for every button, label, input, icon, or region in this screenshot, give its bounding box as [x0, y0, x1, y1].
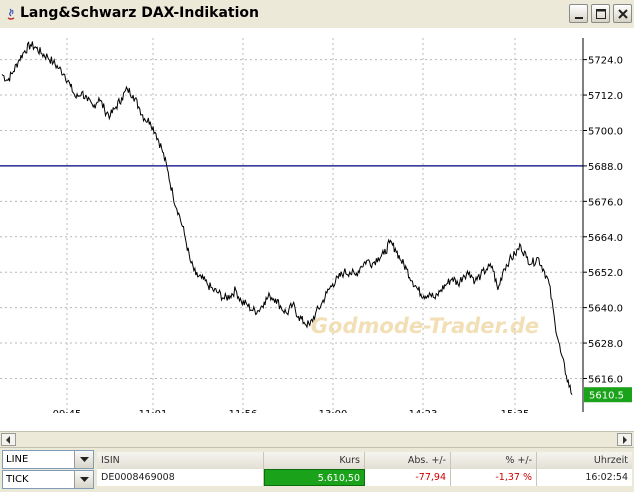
scroll-right-button[interactable] [617, 433, 632, 446]
chart-type-value: LINE [6, 454, 29, 465]
current-value-badge: 5610.5 [584, 387, 632, 403]
java-app-icon [7, 8, 15, 20]
y-tick-label: 5700.0 [588, 126, 623, 137]
chevron-down-icon [80, 477, 89, 482]
header-time[interactable]: Uhrzeit [537, 452, 632, 469]
x-tick-label: 11:56 [229, 409, 258, 413]
chart-type-dropdown-button[interactable] [74, 451, 93, 468]
chevron-down-icon [80, 457, 89, 462]
arrow-right-icon [623, 436, 627, 444]
header-pct-change[interactable]: % +/- [451, 452, 537, 469]
y-tick-label: 5712.0 [588, 91, 623, 102]
header-isin[interactable]: ISIN [97, 452, 264, 469]
header-abs-change[interactable]: Abs. +/- [365, 452, 451, 469]
table-header: ISIN Kurs Abs. +/- % +/- Uhrzeit [97, 452, 632, 470]
table-row[interactable]: DE0008469008 5.610,50 -77,94 -1,37 % 16:… [97, 469, 632, 486]
y-tick-label: 5688.0 [588, 162, 623, 173]
interval-value: TICK [6, 474, 29, 485]
current-value-label: 5610.5 [589, 391, 624, 402]
minimize-button[interactable] [569, 4, 588, 23]
y-tick-label: 5640.0 [588, 304, 623, 315]
y-axis: 5724.0 5712.0 5700.0 5688.0 5676.0 5664.0 5652… [583, 56, 623, 385]
scroll-left-button[interactable] [1, 433, 16, 446]
chart-area[interactable]: 5724.0 5712.0 5700.0 5688.0 5676.0 5664.0 5652… [0, 28, 634, 420]
x-tick-label: 13:00 [319, 409, 348, 413]
cell-isin: DE0008469008 [97, 469, 264, 486]
y-tick-label: 5724.0 [588, 56, 623, 67]
x-tick-label: 11:01 [139, 409, 168, 413]
y-tick-label: 5652.0 [588, 268, 623, 279]
window-title: Lang&Schwarz DAX-Indikation [20, 5, 259, 21]
x-tick-label: 14:23 [409, 409, 438, 413]
x-tick-label: 09:45 [53, 409, 82, 413]
y-tick-label: 5616.0 [588, 374, 623, 385]
close-icon [618, 9, 628, 19]
close-button[interactable] [613, 4, 632, 23]
arrow-left-icon [6, 436, 10, 444]
x-tick-label: 15:35 [501, 409, 530, 413]
cell-abs-change: -77,94 [365, 469, 451, 486]
y-tick-label: 5676.0 [588, 197, 623, 208]
price-chart[interactable]: 5724.0 5712.0 5700.0 5688.0 5676.0 5664.0 5652… [0, 28, 634, 420]
maximize-icon [596, 9, 606, 19]
x-axis: 09:45 11:01 11:56 13:00 14:23 15:35 [53, 409, 530, 420]
horizontal-scrollbar[interactable] [0, 431, 634, 448]
title-bar: Lang&Schwarz DAX-Indikation [0, 0, 634, 29]
cell-pct-change: -1,37 % [451, 469, 537, 486]
interval-dropdown-button[interactable] [74, 471, 93, 488]
cell-time: 16:02:54 [585, 472, 628, 483]
chart-grid [0, 38, 583, 410]
series-line [1, 41, 573, 395]
y-tick-label: 5664.0 [588, 233, 623, 244]
header-kurs[interactable]: Kurs [264, 452, 365, 469]
minimize-icon [575, 17, 583, 19]
interval-select[interactable]: TICK [2, 470, 94, 489]
bottom-panel: LINE TICK ISIN Kurs Abs. +/- % +/- Uhrze… [0, 448, 634, 492]
chart-type-select[interactable]: LINE [2, 450, 94, 469]
maximize-button[interactable] [591, 4, 610, 23]
cell-kurs: 5.610,50 [264, 469, 365, 486]
y-tick-label: 5628.0 [588, 339, 623, 350]
watermark-text: Godmode-Trader.de [311, 314, 539, 338]
